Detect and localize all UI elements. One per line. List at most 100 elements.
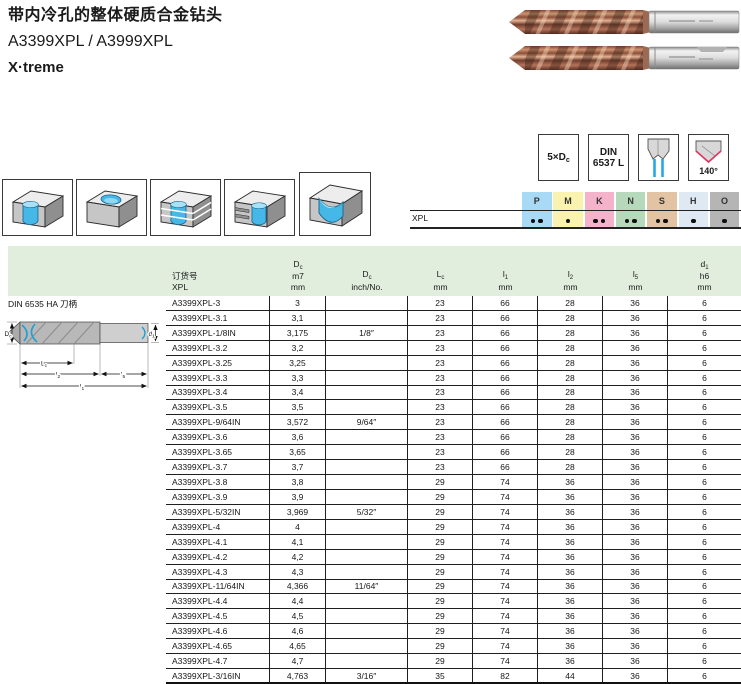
app-icon-stacked-plates [150,179,221,236]
material-letter: S [647,192,677,210]
cell-m7: 3,7 [270,460,326,474]
material-table-top-rule [410,210,741,211]
cell-d1: 6 [668,580,741,594]
cell-l1: 66 [473,296,538,310]
interrupted-cut-icon [228,183,292,233]
cell-inch [326,565,408,579]
cell-no: A3399XPL-3.9 [166,490,270,504]
cell-no: A3399XPL-3.3 [166,371,270,385]
cell-l1: 74 [473,505,538,519]
header-col-l5: l5mm [603,269,668,292]
cell-l1: 66 [473,341,538,355]
cell-l1: 66 [473,445,538,459]
cell-inch [326,594,408,608]
cell-no: A3399XPL-4.1 [166,535,270,549]
cell-d1: 6 [668,475,741,489]
cell-l2: 36 [538,475,603,489]
cell-m7: 4,5 [270,609,326,623]
through-hole-icon [6,183,70,233]
shank-standard-note: DIN 6535 HA 刀柄 [8,298,77,310]
cell-no: A3399XPL-3.25 [166,356,270,370]
cell-inch [326,639,408,653]
cell-l5: 36 [603,475,668,489]
cell-inch [326,654,408,668]
dim-label-l2: l2 [56,372,60,380]
table-row: A3399XPL-4.74,7297436366 [166,654,741,669]
cell-m7: 4,366 [270,580,326,594]
cell-lc: 23 [408,430,473,444]
cell-l2: 28 [538,445,603,459]
material-letter: O [710,192,740,210]
cell-d1: 6 [668,639,741,653]
cell-lc: 29 [408,475,473,489]
table-row: A3399XPL-9/64IN3,5729/64″236628366 [166,415,741,430]
cell-inch [326,296,408,310]
table-row: A3399XPL-4.24,2297436366 [166,550,741,565]
cell-lc: 23 [408,371,473,385]
cell-lc: 23 [408,356,473,370]
drill-photo-top [509,10,739,34]
app-icon-blind-hole [76,179,147,236]
cell-m7: 4 [270,520,326,534]
cell-l2: 28 [538,326,603,340]
cell-no: A3399XPL-4 [166,520,270,534]
cell-l1: 66 [473,460,538,474]
cell-no: A3399XPL-3.4 [166,386,270,400]
cell-no: A3399XPL-4.7 [166,654,270,668]
cell-l5: 36 [603,415,668,429]
cell-inch [326,341,408,355]
cell-d1: 6 [668,490,741,504]
dim-label-l5: l5 [121,372,125,380]
cell-l1: 74 [473,475,538,489]
title-block: 带内冷孔的整体硬质合金钻头 A3399XPL / A3999XPL X·trem… [8,2,223,80]
header-col-dc-mm: Dcm7mm [270,259,326,293]
brand-name: X·treme [8,55,223,80]
spec-badge-length-ratio: 5×Dc [538,134,579,181]
cell-m7: 3,3 [270,371,326,385]
cell-l2: 28 [538,400,603,414]
din-line1: DIN [600,147,617,158]
cell-l2: 36 [538,505,603,519]
cell-inch [326,445,408,459]
cell-inch: 9/64″ [326,415,408,429]
cell-l5: 36 [603,445,668,459]
cell-d1: 6 [668,296,741,310]
cell-l5: 36 [603,639,668,653]
cell-lc: 29 [408,505,473,519]
cell-no: A3399XPL-4.2 [166,550,270,564]
cell-l2: 44 [538,669,603,682]
cell-d1: 6 [668,430,741,444]
app-icon-convex-surface [299,172,371,236]
cell-m7: 3,572 [270,415,326,429]
cell-m7: 3,1 [270,311,326,325]
cell-d1: 6 [668,609,741,623]
table-row: A3399XPL-4.54,5297436366 [166,609,741,624]
cell-l1: 74 [473,654,538,668]
cell-no: A3399XPL-4.3 [166,565,270,579]
cell-inch [326,520,408,534]
cell-l5: 36 [603,535,668,549]
coolant-channel-icon [639,136,678,179]
length-ratio-label: 5×Dc [547,152,570,164]
cell-l5: 36 [603,609,668,623]
cell-inch [326,609,408,623]
cell-no: A3399XPL-3.7 [166,460,270,474]
cell-no: A3399XPL-11/64IN [166,580,270,594]
cell-no: A3399XPL-3 [166,296,270,310]
cell-l2: 28 [538,386,603,400]
table-row: A3399XPL-4.44,4297436366 [166,594,741,609]
cell-lc: 23 [408,386,473,400]
material-letter: H [679,192,709,210]
cell-inch [326,430,408,444]
table-row: A3399XPL-3.33,3236628366 [166,371,741,386]
app-icon-interrupted-cut [224,179,295,236]
cell-l2: 28 [538,296,603,310]
cell-no: A3399XPL-9/64IN [166,415,270,429]
din-line2: 6537 L [593,158,624,169]
cell-d1: 6 [668,445,741,459]
table-row: A3399XPL-1/8IN3,1751/8″236628366 [166,326,741,341]
table-row: A3399XPL-3.63,6236628366 [166,430,741,445]
cell-lc: 29 [408,535,473,549]
cell-l5: 36 [603,356,668,370]
cell-l1: 66 [473,311,538,325]
